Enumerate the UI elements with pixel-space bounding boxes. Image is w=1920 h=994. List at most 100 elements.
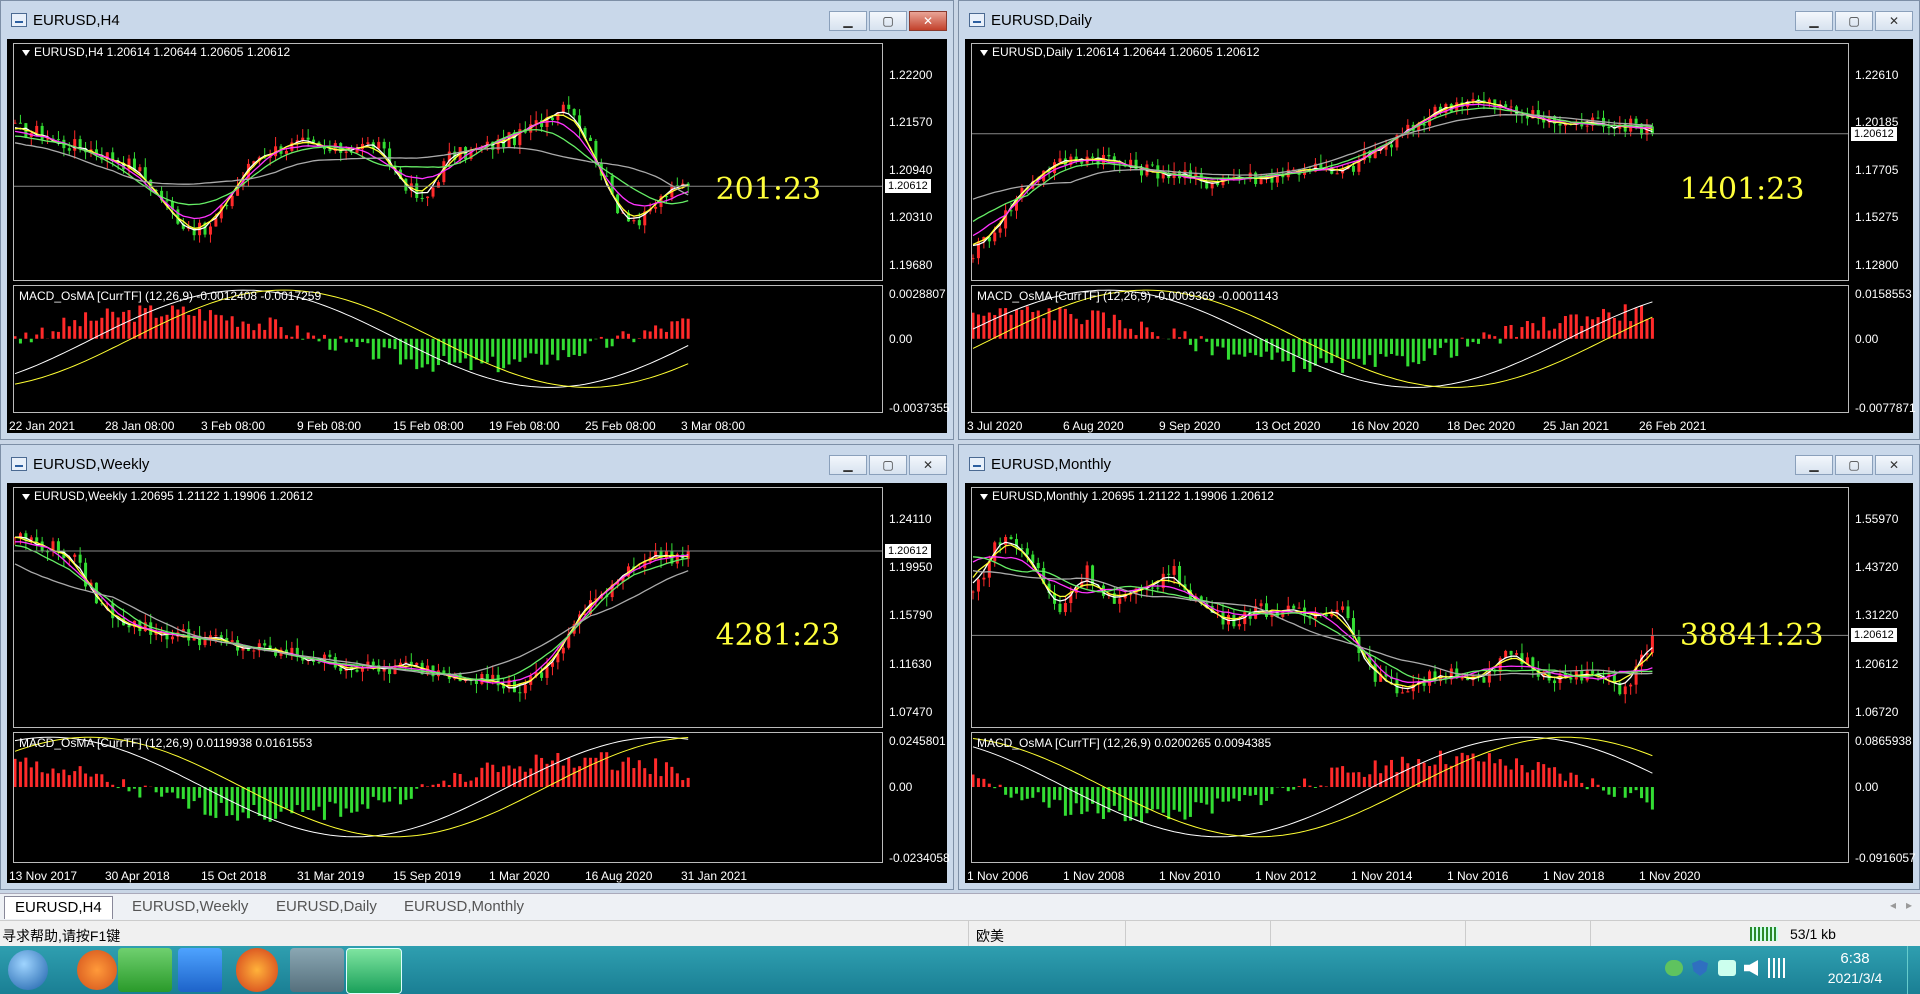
macd-axis-label: -0.0077871 bbox=[1855, 401, 1916, 415]
time-axis-label: 31 Jan 2021 bbox=[681, 869, 748, 883]
window-titlebar[interactable]: EURUSD,Daily ▁ ▢ ✕ bbox=[959, 1, 1919, 39]
time-axis-label: 1 Nov 2010 bbox=[1159, 869, 1221, 883]
macd-header: MACD_OsMA [CurrTF] (12,26,9) -0.0012408 … bbox=[19, 289, 322, 303]
minimize-button[interactable]: ▁ bbox=[1795, 455, 1833, 475]
window-titlebar[interactable]: EURUSD,H4 ▁ ▢ ✕ bbox=[1, 1, 953, 39]
price-pane[interactable] bbox=[971, 487, 1849, 728]
firefox-icon[interactable] bbox=[236, 948, 278, 992]
macd-axis-label: 0.00 bbox=[1855, 780, 1879, 795]
close-button[interactable]: ✕ bbox=[1875, 11, 1913, 31]
price-axis-label: 1.12800 bbox=[1855, 257, 1899, 272]
status-bar: 寻求帮助,请按F1键 欧美 53/1 kb bbox=[0, 920, 1920, 947]
maximize-button[interactable]: ▢ bbox=[1835, 11, 1873, 31]
close-button[interactable]: ✕ bbox=[1875, 455, 1913, 475]
time-axis-label: 1 Nov 2014 bbox=[1351, 869, 1413, 883]
notes-app-icon[interactable] bbox=[178, 948, 222, 992]
macd-pane[interactable] bbox=[13, 732, 883, 863]
tab-eurusd-daily[interactable]: EURUSD,Daily bbox=[266, 896, 387, 918]
tab-eurusd-weekly[interactable]: EURUSD,Weekly bbox=[122, 896, 258, 918]
price-axis-label: 1.55970 bbox=[1855, 511, 1899, 526]
macd-axis-label: 0.00 bbox=[889, 780, 913, 795]
macd-axis-label: 0.00 bbox=[1855, 331, 1879, 346]
network-tray-icon[interactable] bbox=[1718, 960, 1736, 976]
time-axis-label: 15 Feb 08:00 bbox=[393, 419, 464, 433]
time-axis-label: 9 Feb 08:00 bbox=[297, 419, 362, 433]
chart-area[interactable]: EURUSD,Weekly 1.20695 1.21122 1.19906 1.… bbox=[7, 483, 950, 883]
maximize-button[interactable]: ▢ bbox=[869, 455, 907, 475]
shield-tray-icon[interactable] bbox=[1692, 960, 1708, 976]
clock-time[interactable]: 6:38 bbox=[1820, 950, 1890, 967]
bar-countdown: 1401:23 bbox=[1679, 172, 1805, 208]
time-axis-label: 15 Sep 2019 bbox=[393, 869, 462, 883]
price-axis-label: 1.24110 bbox=[889, 511, 932, 526]
clock-date[interactable]: 2021/3/4 bbox=[1820, 970, 1890, 986]
chart-symbol-header: EURUSD,H4 1.20614 1.20644 1.20605 1.2061… bbox=[22, 45, 290, 59]
time-axis-label: 13 Oct 2020 bbox=[1255, 419, 1321, 433]
chart-area[interactable]: EURUSD,Daily 1.20614 1.20644 1.20605 1.2… bbox=[965, 39, 1916, 433]
price-axis-label: 1.15275 bbox=[1855, 210, 1899, 225]
price-axis-label: 1.20612 bbox=[1855, 656, 1899, 671]
bar-countdown: 38841:23 bbox=[1679, 617, 1824, 653]
price-pane[interactable] bbox=[13, 487, 883, 728]
price-pane[interactable] bbox=[13, 43, 883, 281]
collapse-triangle-icon[interactable] bbox=[980, 49, 988, 56]
taskbar-app-icon[interactable] bbox=[77, 950, 117, 990]
price-axis-label: 1.11630 bbox=[889, 656, 932, 671]
tab-eurusd-h4[interactable]: EURUSD,H4 bbox=[4, 896, 113, 919]
show-desktop-button[interactable] bbox=[1907, 946, 1920, 994]
metatrader-icon[interactable] bbox=[290, 948, 344, 992]
time-axis-label: 1 Nov 2020 bbox=[1639, 869, 1701, 883]
chart-symbol-header: EURUSD,Monthly 1.20695 1.21122 1.19906 1… bbox=[980, 489, 1274, 503]
window-titlebar[interactable]: EURUSD,Monthly ▁ ▢ ✕ bbox=[959, 445, 1919, 483]
chart-window-h4[interactable]: EURUSD,H4 ▁ ▢ ✕ EURUSD,H4 1.20614 1.20644 1.… bbox=[0, 0, 954, 440]
wechat-icon[interactable] bbox=[118, 948, 172, 992]
time-axis-label: 19 Feb 08:00 bbox=[489, 419, 560, 433]
price-pane[interactable] bbox=[971, 43, 1849, 281]
tab-scroll-right-icon[interactable]: ▸ bbox=[1906, 898, 1912, 912]
time-axis-label: 1 Mar 2020 bbox=[489, 869, 550, 883]
time-axis-label: 16 Nov 2020 bbox=[1351, 419, 1420, 433]
macd-header: MACD_OsMA [CurrTF] (12,26,9) 0.0119938 0… bbox=[19, 736, 313, 750]
close-button[interactable]: ✕ bbox=[909, 11, 947, 31]
time-axis-label: 16 Aug 2020 bbox=[585, 869, 653, 883]
close-button[interactable]: ✕ bbox=[909, 455, 947, 475]
macd-axis-label: -0.0037355 bbox=[889, 401, 950, 415]
chart-window-monthly[interactable]: EURUSD,Monthly ▁ ▢ ✕ EURUSD,Monthly 1.20695 … bbox=[958, 444, 1920, 890]
macd-pane[interactable] bbox=[971, 732, 1849, 863]
price-axis-label: 1.22200 bbox=[889, 67, 933, 82]
window-titlebar[interactable]: EURUSD,Weekly ▁ ▢ ✕ bbox=[1, 445, 953, 483]
chart-window-icon bbox=[11, 457, 27, 471]
minimize-button[interactable]: ▁ bbox=[829, 11, 867, 31]
chart-area[interactable]: EURUSD,Monthly 1.20695 1.21122 1.19906 1… bbox=[965, 483, 1916, 883]
chart-window-weekly[interactable]: EURUSD,Weekly ▁ ▢ ✕ EURUSD,Weekly 1.20695 1.… bbox=[0, 444, 954, 890]
price-axis-label: 1.22610 bbox=[1855, 67, 1899, 82]
macd-pane[interactable] bbox=[971, 285, 1849, 413]
chart-window-icon bbox=[969, 457, 985, 471]
maximize-button[interactable]: ▢ bbox=[1835, 455, 1873, 475]
maximize-button[interactable]: ▢ bbox=[869, 11, 907, 31]
price-axis-label: 1.19680 bbox=[889, 257, 933, 272]
time-axis-label: 1 Nov 2008 bbox=[1063, 869, 1125, 883]
wechat-tray-icon[interactable] bbox=[1665, 960, 1683, 976]
volume-mute-icon[interactable] bbox=[1744, 960, 1758, 976]
start-button[interactable] bbox=[8, 950, 48, 990]
tab-eurusd-monthly[interactable]: EURUSD,Monthly bbox=[394, 896, 534, 918]
signal-tray-icon[interactable] bbox=[1768, 958, 1786, 978]
active-app-icon[interactable] bbox=[346, 948, 402, 994]
collapse-triangle-icon[interactable] bbox=[22, 493, 30, 500]
chart-area[interactable]: EURUSD,H4 1.20614 1.20644 1.20605 1.2061… bbox=[7, 39, 950, 433]
bar-countdown: 201:23 bbox=[715, 172, 822, 208]
time-axis-label: 3 Mar 08:00 bbox=[681, 419, 746, 433]
chart-window-daily[interactable]: EURUSD,Daily ▁ ▢ ✕ EURUSD,Daily 1.20614 1.20… bbox=[958, 0, 1920, 440]
minimize-button[interactable]: ▁ bbox=[1795, 11, 1833, 31]
price-axis-label: 1.19950 bbox=[889, 560, 933, 575]
collapse-triangle-icon[interactable] bbox=[980, 493, 988, 500]
macd-pane[interactable] bbox=[13, 285, 883, 413]
collapse-triangle-icon[interactable] bbox=[22, 49, 30, 56]
window-title: EURUSD,Daily bbox=[991, 11, 1092, 29]
chart-symbol-header: EURUSD,Daily 1.20614 1.20644 1.20605 1.2… bbox=[980, 45, 1260, 59]
tab-scroll-left-icon[interactable]: ◂ bbox=[1890, 898, 1896, 912]
minimize-button[interactable]: ▁ bbox=[829, 455, 867, 475]
time-axis-label: 1 Nov 2012 bbox=[1255, 869, 1317, 883]
current-price-box: 1.20612 bbox=[885, 544, 931, 559]
